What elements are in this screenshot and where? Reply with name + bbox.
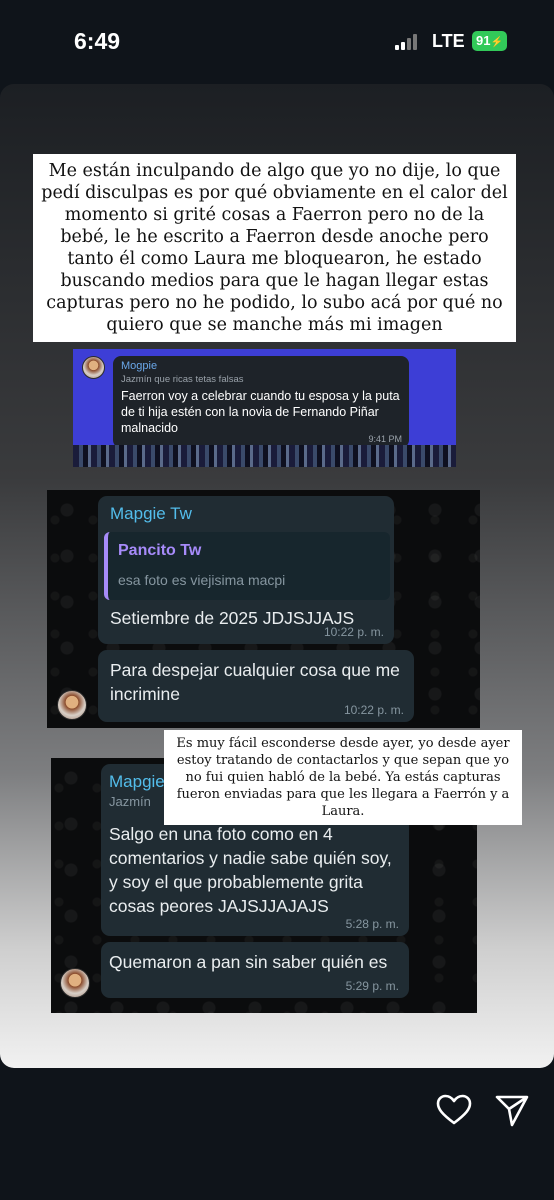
network-label: LTE	[432, 31, 465, 51]
message-time: 10:22 p. m.	[343, 703, 404, 717]
reply-box: Pancito Tw esa foto es viejisima macpi	[104, 532, 390, 600]
quoted-text: Jazmín	[109, 794, 151, 809]
reply-text: esa foto es viejisima macpi	[118, 572, 286, 588]
whatsapp-screenshot-1: Mapgie Tw Pancito Tw esa foto es viejisi…	[47, 490, 480, 728]
avatar	[60, 968, 90, 998]
battery-level: 91	[476, 33, 491, 48]
message-time: 10:22 p. m.	[323, 625, 384, 639]
message-text: Para despejar cualquier cosa que me incr…	[110, 660, 400, 704]
battery-icon: 91⚡	[472, 31, 507, 51]
telegram-screenshot: Mogpie Jazmín que ricas tetas falsas Fae…	[73, 349, 456, 467]
message-time: 5:28 p. m.	[345, 917, 399, 931]
message-bubble: Mapgie Tw Pancito Tw esa foto es viejisi…	[98, 496, 394, 644]
sender-name: Mapgie Tw	[110, 504, 192, 523]
message-text: Salgo en una foto como en 4 comentarios …	[109, 824, 392, 916]
message-time: 9:41 PM	[368, 434, 402, 444]
avatar	[57, 690, 87, 720]
avatar	[82, 356, 105, 379]
sender-name: Mapgie	[109, 772, 165, 791]
signal-icon	[395, 34, 419, 50]
middle-note: Es muy fácil esconderse desde ayer, yo d…	[164, 730, 522, 825]
message-time: 5:29 p. m.	[345, 979, 399, 993]
message-text: Setiembre de 2025 JDJSJJAJS	[110, 608, 355, 628]
reply-name: Pancito Tw	[118, 542, 202, 559]
status-time: 6:49	[74, 28, 121, 54]
send-icon[interactable]	[494, 1092, 530, 1128]
header-note: Me están inculpando de algo que yo no di…	[33, 154, 516, 342]
heart-icon[interactable]	[436, 1094, 472, 1126]
background-image	[73, 445, 456, 467]
status-bar: 6:49 LTE 91⚡	[0, 0, 554, 82]
message-bubble: Quemaron a pan sin saber quién es 5:29 p…	[101, 942, 409, 998]
message-text: Faerron voy a celebrar cuando tu esposa …	[121, 389, 400, 435]
message-text: Quemaron a pan sin saber quién es	[109, 952, 388, 972]
quoted-text: Jazmín que ricas tetas falsas	[121, 374, 244, 385]
message-bubble: Para despejar cualquier cosa que me incr…	[98, 650, 414, 722]
message-bubble: Mogpie Jazmín que ricas tetas falsas Fae…	[113, 356, 409, 448]
sender-name: Mogpie	[121, 360, 158, 372]
story-card[interactable]: Me están inculpando de algo que yo no di…	[0, 84, 554, 1068]
